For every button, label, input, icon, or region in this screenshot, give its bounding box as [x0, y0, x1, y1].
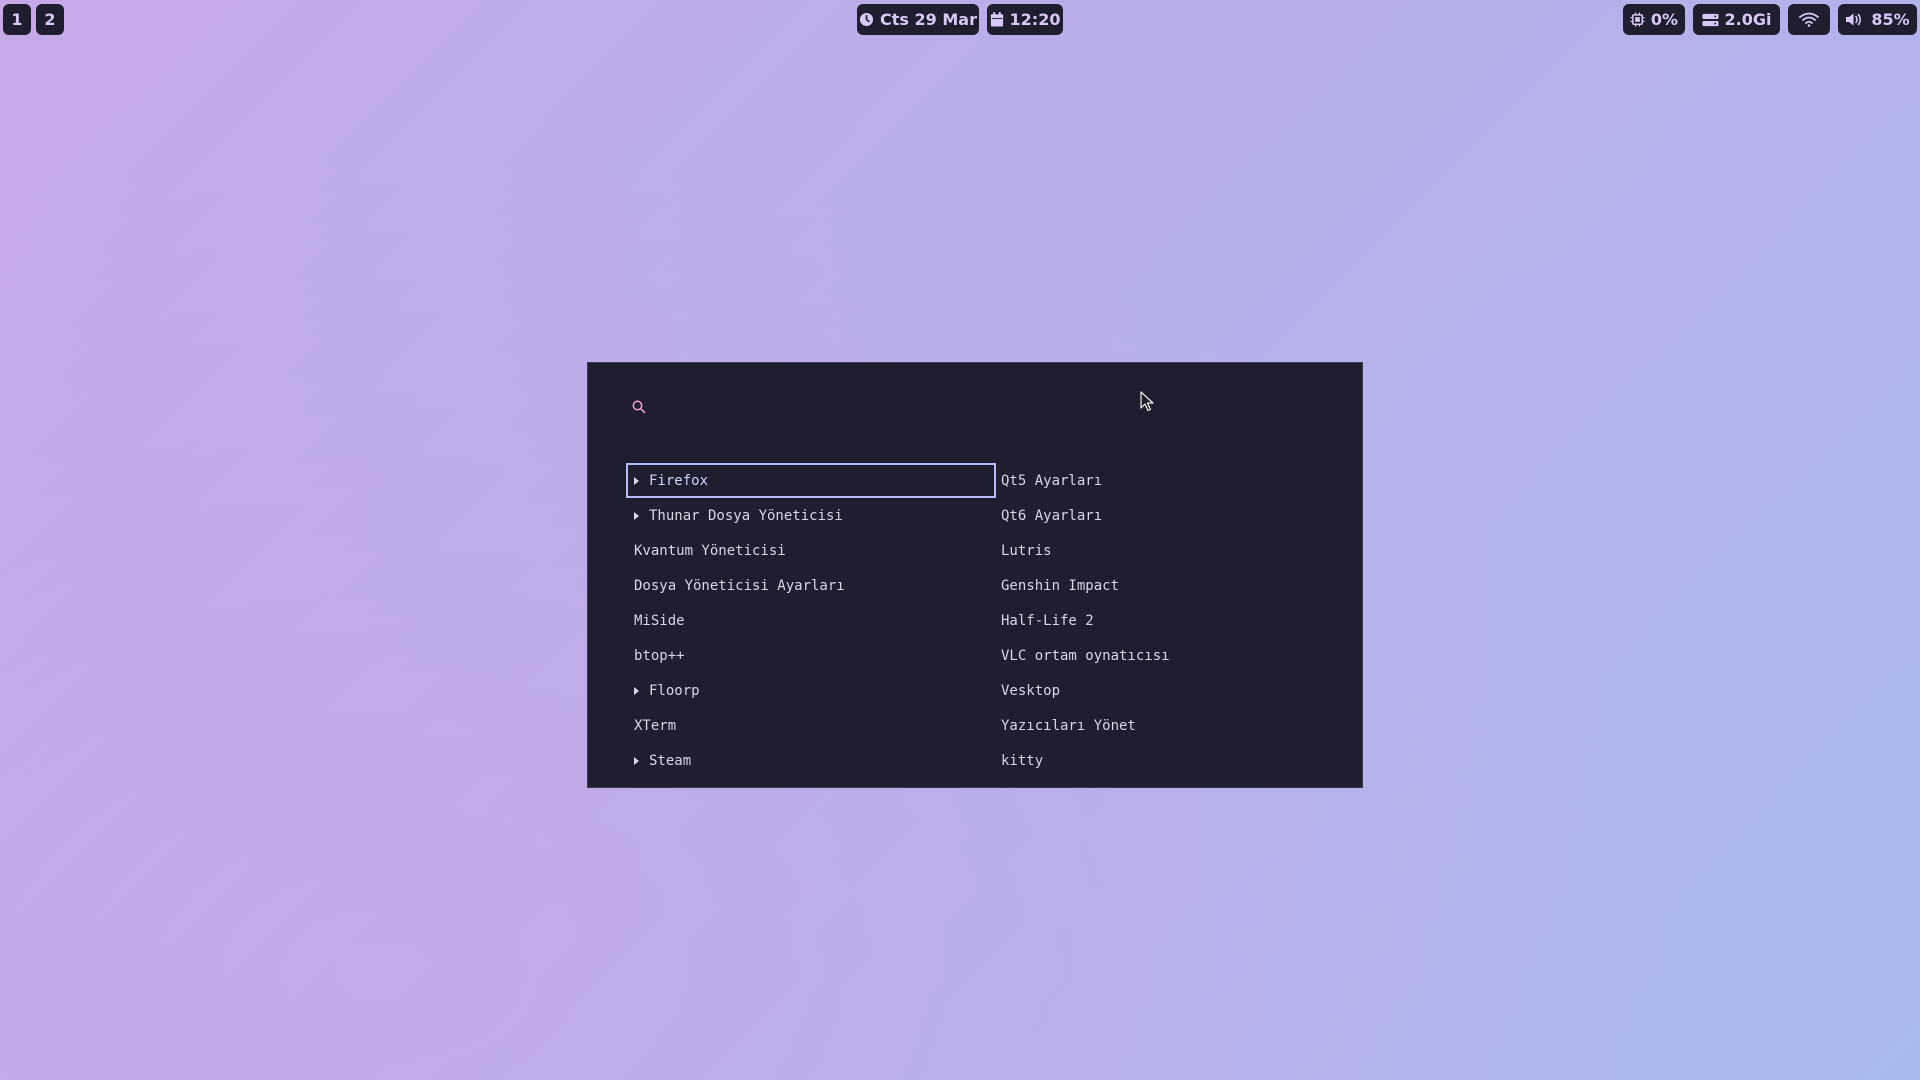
- app-item-label: btop++: [634, 647, 685, 664]
- app-item-btopplusplus[interactable]: btop++: [626, 638, 996, 673]
- app-item-steam[interactable]: Steam: [626, 743, 996, 778]
- app-item-label: Dosya Yöneticisi Ayarları: [634, 577, 845, 594]
- app-item-yazicilari-yonet[interactable]: Yazıcıları Yönet: [996, 708, 1336, 743]
- wifi-icon: [1799, 12, 1819, 27]
- app-item-label: Genshin Impact: [1001, 577, 1120, 594]
- clock-icon: [859, 12, 874, 27]
- workspace-2-button[interactable]: 2: [36, 4, 64, 35]
- app-item-label: Yazıcıları Yönet: [1001, 717, 1136, 734]
- workspace-1-button[interactable]: 1: [3, 4, 31, 35]
- cpu-chip-icon: [1630, 12, 1645, 27]
- mouse-cursor-icon: [1140, 391, 1154, 416]
- calendar-icon: [990, 12, 1004, 27]
- expand-arrow-icon: [634, 686, 639, 695]
- app-item-lutris[interactable]: Lutris: [996, 533, 1336, 568]
- date-widget[interactable]: Cts 29 Mar: [857, 4, 979, 35]
- app-item-label: MiSide: [634, 612, 685, 629]
- memory-widget[interactable]: 2.0Gi: [1693, 4, 1780, 35]
- app-list-left-column: Firefox Thunar Dosya Yöneticisi Kvantum Yö…: [626, 463, 996, 778]
- app-item-qt5-ayarlari[interactable]: Qt5 Ayarları: [996, 463, 1336, 498]
- app-item-label: Qt6 Ayarları: [1001, 507, 1103, 524]
- app-item-xterm[interactable]: XTerm: [626, 708, 996, 743]
- app-item-firefox[interactable]: Firefox: [626, 463, 996, 498]
- cpu-usage-text: 0%: [1650, 10, 1679, 29]
- app-item-thunar-dosya-yoneticisi[interactable]: Thunar Dosya Yöneticisi: [626, 498, 996, 533]
- app-item-label: Half-Life 2: [1001, 612, 1094, 629]
- app-item-dosya-yoneticisi-ayarlari[interactable]: Dosya Yöneticisi Ayarları: [626, 568, 996, 603]
- app-item-label: Qt5 Ayarları: [1001, 472, 1103, 489]
- speaker-icon: [1845, 12, 1865, 27]
- app-launcher: Firefox Thunar Dosya Yöneticisi Kvantum Yö…: [587, 362, 1363, 788]
- search-input[interactable]: [658, 393, 1262, 421]
- app-item-genshin-impact[interactable]: Genshin Impact: [996, 568, 1336, 603]
- app-item-label: Floorp: [649, 682, 700, 699]
- date-text: Cts 29 Mar: [880, 10, 977, 29]
- workspace-2-label: 2: [44, 10, 56, 29]
- app-item-label: Thunar Dosya Yöneticisi: [649, 507, 843, 524]
- app-item-kitty[interactable]: kitty: [996, 743, 1336, 778]
- app-item-label: Firefox: [649, 472, 709, 489]
- app-item-miside[interactable]: MiSide: [626, 603, 996, 638]
- volume-widget[interactable]: 85%: [1838, 4, 1917, 35]
- time-widget[interactable]: 12:20: [987, 4, 1063, 35]
- memory-usage-text: 2.0Gi: [1724, 10, 1772, 29]
- time-text: 12:20: [1009, 10, 1061, 29]
- app-item-label: VLC ortam oynatıcısı: [1001, 647, 1170, 664]
- app-item-floorp[interactable]: Floorp: [626, 673, 996, 708]
- app-item-label: Lutris: [1001, 542, 1052, 559]
- app-item-vlc-ortam-oynaticisi[interactable]: VLC ortam oynatıcısı: [996, 638, 1336, 673]
- volume-level-text: 85%: [1871, 10, 1910, 29]
- expand-arrow-icon: [634, 511, 639, 520]
- app-item-label: Vesktop: [1001, 682, 1061, 699]
- app-item-label: Steam: [649, 752, 692, 769]
- app-item-qt6-ayarlari[interactable]: Qt6 Ayarları: [996, 498, 1336, 533]
- app-item-label: kitty: [1001, 752, 1044, 769]
- app-item-vesktop[interactable]: Vesktop: [996, 673, 1336, 708]
- app-item-label: Kvantum Yöneticisi: [634, 542, 786, 559]
- app-item-label: XTerm: [634, 717, 677, 734]
- expand-arrow-icon: [634, 476, 639, 485]
- workspace-1-label: 1: [11, 10, 23, 29]
- app-list-right-column: Qt5 Ayarları Qt6 Ayarları Lutris Genshin Im…: [996, 463, 1336, 778]
- app-item-half-life-2[interactable]: Half-Life 2: [996, 603, 1336, 638]
- app-item-kvantum-yoneticisi[interactable]: Kvantum Yöneticisi: [626, 533, 996, 568]
- expand-arrow-icon: [634, 756, 639, 765]
- memory-icon: [1701, 13, 1719, 27]
- network-widget[interactable]: [1788, 4, 1830, 35]
- cpu-widget[interactable]: 0%: [1623, 4, 1685, 35]
- search-icon: [632, 399, 646, 418]
